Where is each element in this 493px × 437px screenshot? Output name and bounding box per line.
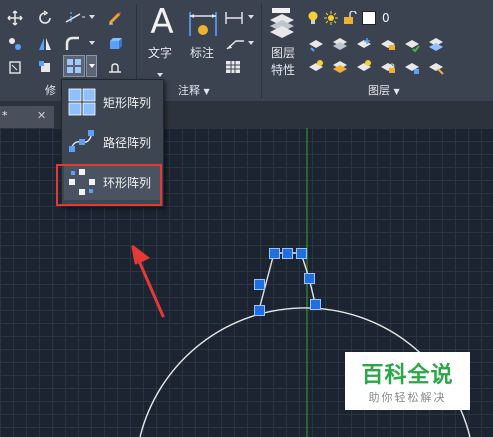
grip-handle[interactable] <box>310 299 321 310</box>
grip-handle[interactable] <box>282 248 293 259</box>
layer-properties-icon[interactable] <box>268 6 296 42</box>
grip-handle[interactable] <box>269 248 280 259</box>
path-array-icon <box>67 127 97 157</box>
drawing-tab-title: * <box>2 109 8 122</box>
close-icon[interactable]: ✕ <box>37 109 46 122</box>
array-dropdown-chevron-icon[interactable] <box>86 55 97 77</box>
dimension-icon[interactable] <box>187 8 219 40</box>
rectangular-array-icon <box>67 87 97 117</box>
offset-icon[interactable] <box>106 58 124 76</box>
layer-match-icon[interactable] <box>427 35 445 53</box>
layer-unisolate-icon[interactable] <box>331 58 349 76</box>
sun-icon <box>323 11 339 25</box>
chevron-down-icon[interactable] <box>157 62 163 77</box>
stretch-icon[interactable] <box>6 58 24 76</box>
fillet-icon[interactable] <box>64 35 82 53</box>
mirror-icon[interactable] <box>36 35 54 53</box>
layer-lock-icon[interactable] <box>379 35 397 53</box>
grip-handle[interactable] <box>296 248 307 259</box>
dimension-label[interactable]: 标注 <box>190 46 214 60</box>
unlock-icon <box>341 11 359 25</box>
layer-copy-icon[interactable] <box>403 58 421 76</box>
layer-isolate-icon[interactable] <box>331 35 349 53</box>
table-icon[interactable] <box>224 58 242 76</box>
move-icon[interactable] <box>6 9 24 27</box>
text-icon[interactable]: A <box>147 2 177 42</box>
menu-item-path-array[interactable]: 路径阵列 <box>64 124 161 160</box>
layer-on-icon[interactable] <box>307 58 325 76</box>
trim-icon[interactable] <box>64 9 86 27</box>
grip-handle[interactable] <box>254 305 265 316</box>
layer-properties-label[interactable]: 特性 <box>271 63 295 77</box>
layer-thaw-icon[interactable] <box>355 58 373 76</box>
drawing-tab[interactable]: * ✕ <box>0 106 54 128</box>
rotate-icon[interactable] <box>36 9 54 27</box>
make-current-icon[interactable] <box>403 35 421 53</box>
lightbulb-icon <box>306 11 320 25</box>
layer-panel-label: 图层 <box>368 84 390 97</box>
chevron-down-icon[interactable] <box>89 40 95 46</box>
panel-separator <box>261 4 262 98</box>
menu-item-rectangular-array[interactable]: 矩形阵列 <box>64 84 161 120</box>
copy-icon[interactable] <box>6 35 24 53</box>
chevron-down-icon[interactable] <box>248 14 254 20</box>
annotation-panel-title[interactable]: 注释 ▼ <box>178 82 218 99</box>
layer-unlock-icon[interactable] <box>379 58 397 76</box>
layer-properties-label[interactable]: 图层 <box>271 46 295 60</box>
watermark-main: 百科全说 <box>361 363 454 388</box>
layer-off-icon[interactable] <box>307 35 325 53</box>
layer-freeze-icon[interactable] <box>355 35 373 53</box>
highlight-box <box>56 164 162 206</box>
layer-walk-icon[interactable] <box>427 58 445 76</box>
menu-item-label: 路径阵列 <box>103 135 152 150</box>
menu-item-label: 矩形阵列 <box>103 95 152 110</box>
grip-handle[interactable] <box>304 273 315 284</box>
chevron-down-icon[interactable] <box>248 40 254 46</box>
layer-panel-title[interactable]: 图层 ▼ <box>368 82 412 99</box>
grip-handle[interactable] <box>254 279 265 290</box>
linear-dimension-icon[interactable] <box>224 9 246 27</box>
chevron-down-icon: ▼ <box>203 87 210 96</box>
layer-color-swatch <box>362 11 376 25</box>
leader-icon[interactable] <box>224 35 246 53</box>
layer-dropdown[interactable]: 0 <box>306 9 482 27</box>
current-layer-value: 0 <box>382 11 390 25</box>
chevron-down-icon: ▼ <box>393 87 400 96</box>
annotation-panel-label: 注释 <box>178 84 200 97</box>
text-label[interactable]: 文字 <box>148 46 172 60</box>
erase-icon[interactable] <box>106 9 124 27</box>
watermark-logo: 百科全说 助你轻松解决 <box>345 352 470 410</box>
explode-icon[interactable] <box>106 35 124 53</box>
watermark-sub: 助你轻松解决 <box>368 391 447 404</box>
scale-icon[interactable] <box>36 58 54 76</box>
array-button[interactable] <box>63 55 85 77</box>
chevron-down-icon[interactable] <box>89 14 95 20</box>
